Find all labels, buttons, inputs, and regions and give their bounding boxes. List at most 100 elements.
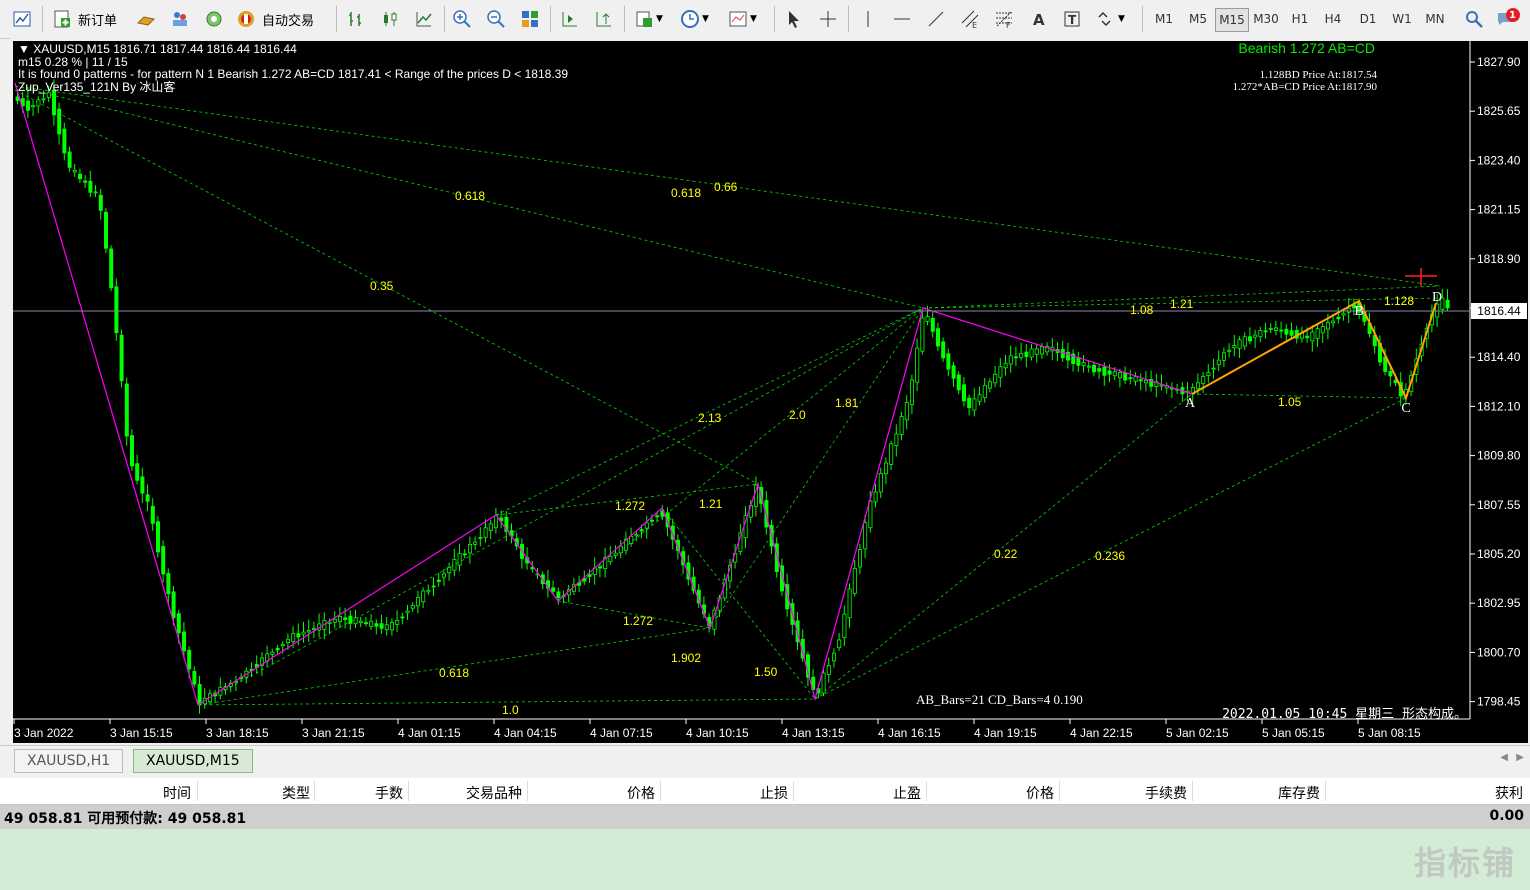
column-type[interactable]: 类型 [282, 783, 310, 803]
chart-window[interactable]: 1827.90 1825.65 1823.40 1821.15 1818.90 1816.… [10, 38, 1530, 745]
zoom-out-button[interactable] [486, 6, 506, 32]
bull-candle [634, 534, 639, 537]
bear-candle [67, 151, 72, 168]
bull-candle [1133, 376, 1138, 382]
bear-candle [379, 623, 384, 629]
bear-candle [343, 617, 348, 621]
chat-bubble-icon [1498, 8, 1520, 25]
price-axis-panel[interactable] [1470, 41, 1528, 719]
column-commission[interactable]: 手续费 [1145, 783, 1187, 803]
column-swap[interactable]: 库存费 [1278, 783, 1320, 803]
balance-row[interactable]: 49 058.81 可用预付款: 49 058.81 0.00 [0, 805, 1530, 829]
bull-candle [972, 398, 977, 411]
price-chart[interactable]: 1827.90 1825.65 1823.40 1821.15 1818.90 1816.… [10, 38, 1530, 745]
fib-label: 1.81 [835, 396, 859, 410]
bear-candle [655, 515, 660, 518]
cursor-button[interactable] [784, 6, 804, 32]
zoom-in-button[interactable] [452, 6, 472, 32]
column-current-price[interactable]: 价格 [1026, 783, 1054, 803]
horizontal-line-button[interactable] [892, 6, 912, 32]
trend-line-button[interactable] [926, 6, 946, 32]
orders-table-header: 时间 类型 手数 交易品种 价格 止损 止盈 价格 手续费 库存费 获利 [0, 778, 1530, 805]
candlestick-button[interactable] [380, 6, 400, 32]
price-tick-label: 1805.20 [1477, 547, 1521, 561]
bull-candle [457, 553, 462, 566]
timeframe-w1[interactable]: W1 [1386, 8, 1418, 30]
bull-candle [493, 515, 498, 529]
price-tick-label: 1807.55 [1477, 498, 1521, 512]
data-window-button[interactable] [170, 6, 190, 32]
timeframe-m15[interactable]: M15 [1215, 8, 1249, 32]
column-time[interactable]: 时间 [163, 783, 191, 803]
timeframe-d1[interactable]: D1 [1352, 8, 1384, 30]
search-button[interactable] [1464, 6, 1484, 32]
chart-window-icon[interactable] [12, 6, 32, 32]
equidistant-channel-button[interactable]: E [960, 6, 980, 32]
bull-candle [894, 433, 899, 447]
crosshair-icon [820, 11, 836, 27]
tab-xauusd-m15[interactable]: XAUUSD,M15 [133, 749, 253, 773]
status-text: 2022.01.05 10:45 星期三 形态构成。 [1222, 707, 1467, 722]
column-price[interactable]: 价格 [627, 783, 655, 803]
bull-candle [1274, 327, 1279, 331]
timeframe-m30[interactable]: M30 [1250, 8, 1282, 30]
auto-trading-button[interactable]: 自动交易 [236, 6, 314, 32]
timeframe-mn[interactable]: MN [1419, 8, 1451, 30]
bull-candle [473, 541, 478, 545]
bar-chart-button[interactable] [346, 6, 366, 32]
line-chart-button[interactable] [414, 6, 434, 32]
fib-label: 1.08 [1130, 303, 1154, 317]
column-symbol[interactable]: 交易品种 [466, 783, 522, 803]
bear-candle [946, 353, 951, 370]
tab-scroll-left-icon[interactable]: ◀ [1500, 752, 1508, 763]
bull-candle [858, 549, 863, 568]
periods-button[interactable]: ▼ [680, 6, 709, 32]
svg-text:A: A [1033, 11, 1045, 29]
vertical-line-button[interactable] [858, 6, 878, 32]
bull-candle [837, 639, 842, 649]
bull-candle [332, 618, 337, 623]
timeframe-h1[interactable]: H1 [1284, 8, 1316, 30]
indicators-button[interactable]: ▼ [634, 6, 663, 32]
price-tick-label: 1825.65 [1477, 104, 1521, 118]
vertical-line-icon [867, 11, 869, 27]
timeframe-h4[interactable]: H4 [1317, 8, 1349, 30]
bear-candle [951, 365, 956, 379]
terminal-panel: 时间 类型 手数 交易品种 价格 止损 止盈 价格 手续费 库存费 获利 49 … [0, 778, 1530, 890]
new-order-button[interactable]: 新订单 [52, 6, 117, 32]
tab-xauusd-h1[interactable]: XAUUSD,H1 [14, 749, 124, 773]
bear-candle [130, 435, 135, 467]
bull-candle [1232, 345, 1237, 349]
bull-candle [821, 672, 826, 694]
templates-button[interactable]: ▼ [728, 6, 757, 32]
market-watch-button[interactable] [136, 6, 156, 32]
crosshair-button[interactable] [818, 6, 838, 32]
navigator-button[interactable] [204, 6, 224, 32]
notifications-button[interactable]: 1 [1496, 6, 1520, 32]
timeframe-m5[interactable]: M5 [1182, 8, 1214, 30]
tab-scroll-right-icon[interactable]: ▶ [1516, 752, 1524, 763]
bull-candle [483, 527, 488, 538]
bear-candle [1279, 329, 1284, 332]
chart-plot-area[interactable] [13, 41, 1470, 719]
timeframe-m1[interactable]: M1 [1148, 8, 1180, 30]
bull-candle [405, 610, 410, 614]
column-profit[interactable]: 获利 [1495, 783, 1523, 803]
arrows-button[interactable]: ▼ [1096, 6, 1125, 32]
column-stop-loss[interactable]: 止损 [760, 783, 788, 803]
text-button[interactable]: A [1028, 6, 1048, 32]
bear-candle [176, 613, 181, 634]
tile-windows-button[interactable] [520, 6, 540, 32]
tile-windows-icon [522, 11, 538, 27]
trend-line-icon [928, 11, 944, 27]
fibonacci-button[interactable]: F [994, 6, 1014, 32]
chart-shift-button[interactable] [594, 6, 614, 32]
auto-scroll-button[interactable] [560, 6, 580, 32]
bull-candle [426, 590, 431, 593]
price-tick-label: 1827.90 [1477, 55, 1521, 69]
column-take-profit[interactable]: 止盈 [893, 783, 921, 803]
column-volume[interactable]: 手数 [375, 783, 403, 803]
text-label-icon: T [1064, 11, 1080, 27]
text-label-button[interactable]: T [1062, 6, 1082, 32]
bull-candle [1242, 336, 1247, 347]
